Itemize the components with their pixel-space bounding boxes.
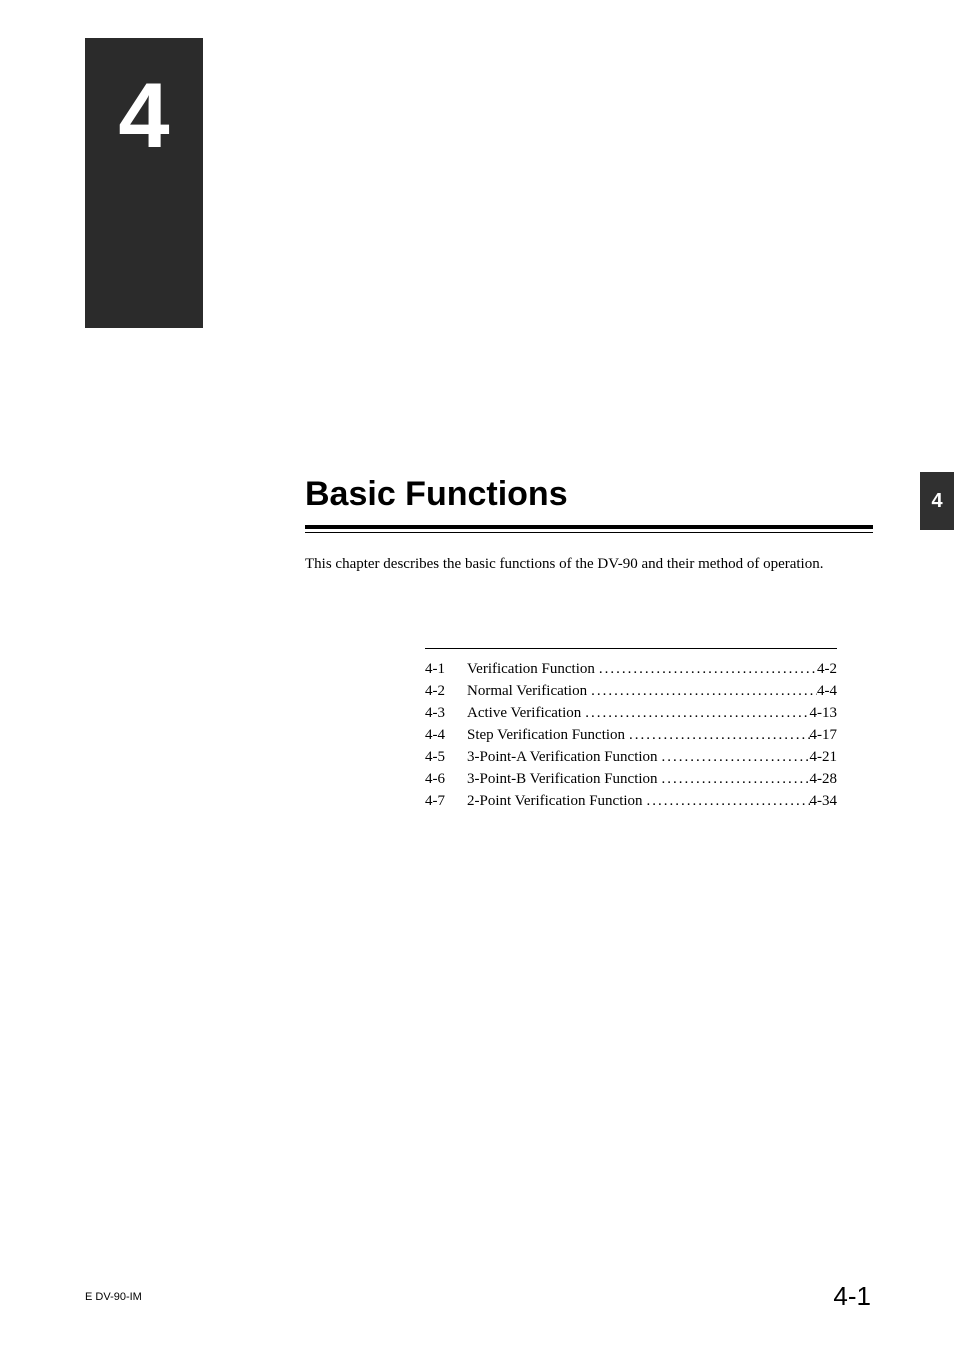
toc-entry: 4-3 Active Verification ................… — [425, 705, 837, 722]
toc-entry: 4-6 3-Point-B Verification Function ....… — [425, 771, 837, 788]
chapter-description: This chapter describes the basic functio… — [305, 556, 823, 573]
toc-entry: 4-2 Normal Verification ................… — [425, 683, 837, 700]
toc-entry-label: Normal Verification — [467, 683, 587, 700]
toc-entry-num: 4-2 — [425, 683, 467, 700]
toc-entry-page: 4-17 — [810, 727, 838, 744]
chapter-number-badge: 4 — [85, 38, 203, 328]
toc-dots: ........................................… — [587, 683, 817, 700]
toc-entry: 4-5 3-Point-A Verification Function ....… — [425, 749, 837, 766]
toc-entry: 4-7 2-Point Verification Function ......… — [425, 793, 837, 810]
footer-doc-id: E DV-90-IM — [85, 1291, 142, 1303]
toc-entry-num: 4-5 — [425, 749, 467, 766]
side-tab: 4 — [920, 472, 954, 530]
toc-entry-label: Active Verification — [467, 705, 581, 722]
toc-entry-page: 4-28 — [810, 771, 838, 788]
toc-entry-page: 4-4 — [817, 683, 837, 700]
chapter-number-large: 4 — [118, 70, 169, 162]
toc-dots: ........................................… — [643, 793, 810, 810]
toc-entry-num: 4-1 — [425, 661, 467, 678]
footer-page-number: 4-1 — [833, 1281, 871, 1312]
toc-entry-label: 3-Point-A Verification Function — [467, 749, 658, 766]
toc-entry: 4-1 Verification Function ..............… — [425, 661, 837, 678]
toc-entry: 4-4 Step Verification Function .........… — [425, 727, 837, 744]
side-tab-number: 4 — [931, 490, 942, 513]
toc-entry-page: 4-21 — [810, 749, 838, 766]
toc-entry-num: 4-4 — [425, 727, 467, 744]
toc-entry-label: Verification Function — [467, 661, 595, 678]
toc-entry-num: 4-3 — [425, 705, 467, 722]
toc-entry-page: 4-2 — [817, 661, 837, 678]
toc-entry-label: 3-Point-B Verification Function — [467, 771, 658, 788]
toc-dots: ........................................… — [658, 749, 810, 766]
toc-entry-num: 4-6 — [425, 771, 467, 788]
toc-entry-label: Step Verification Function — [467, 727, 625, 744]
toc-entry-label: 2-Point Verification Function — [467, 793, 643, 810]
title-rule — [305, 525, 873, 535]
toc-dots: ........................................… — [625, 727, 809, 744]
toc-top-rule — [425, 648, 837, 649]
toc-dots: ........................................… — [595, 661, 817, 678]
chapter-title: Basic Functions — [305, 475, 568, 514]
toc-entry-page: 4-34 — [810, 793, 838, 810]
toc-entry-num: 4-7 — [425, 793, 467, 810]
toc-dots: ........................................… — [658, 771, 810, 788]
toc-entry-page: 4-13 — [810, 705, 838, 722]
table-of-contents: 4-1 Verification Function ..............… — [425, 648, 837, 815]
toc-dots: ........................................… — [581, 705, 809, 722]
